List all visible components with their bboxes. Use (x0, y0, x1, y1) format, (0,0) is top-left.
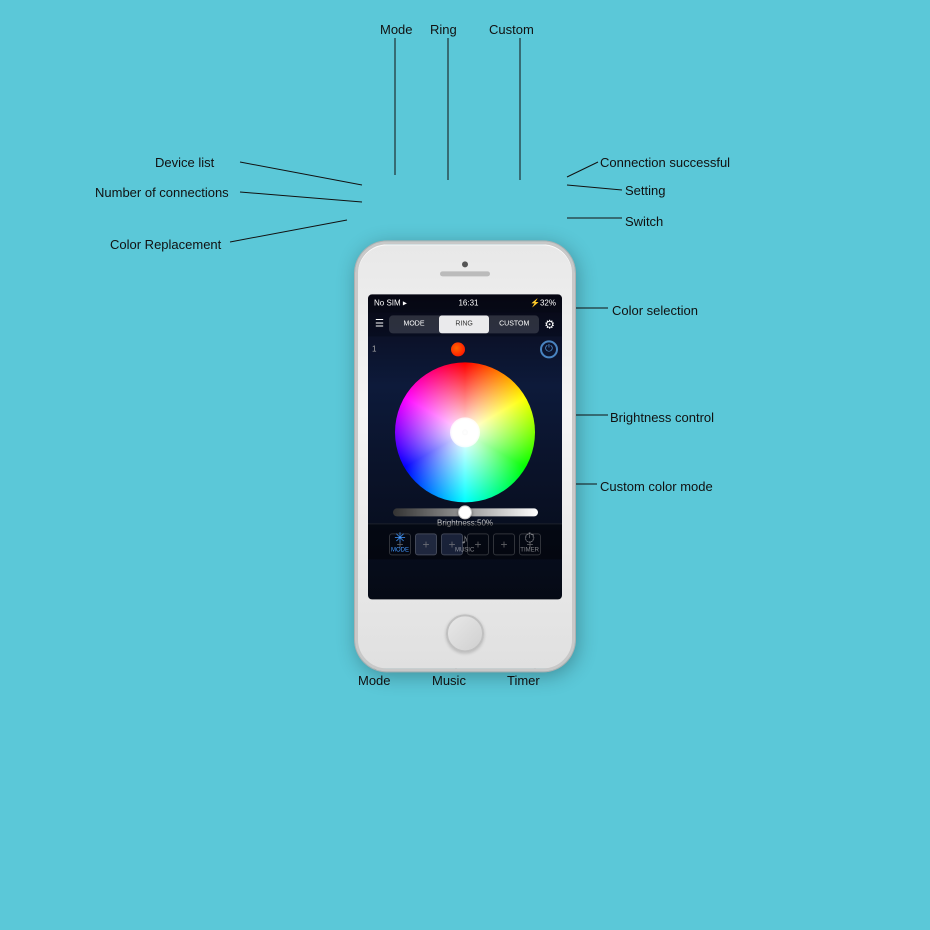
tab-mode[interactable]: MODE (389, 315, 439, 333)
timer-nav-icon: ⏱ (524, 529, 535, 546)
custom-label-annotation: Custom (489, 22, 534, 37)
color-selection-annotation: Color selection (612, 303, 698, 318)
device-list-annotation: Device list (155, 155, 214, 170)
battery: ⚡32% (530, 298, 556, 307)
brightness-thumb[interactable] (458, 505, 472, 519)
phone-device: No SIM ▸ 16:31 ⚡32% ☰ MODE RING CUSTOM ⚙… (355, 241, 575, 671)
brightness-track[interactable] (393, 508, 538, 516)
mode-label-annotation: Mode (380, 22, 413, 37)
custom-color-mode-annotation: Custom color mode (600, 479, 713, 494)
color-replacement-annotation: Color Replacement (110, 237, 221, 252)
color-wheel-container[interactable] (395, 362, 535, 502)
settings-icon[interactable]: ⚙ (541, 317, 558, 331)
mode-bottom-annotation: Mode (358, 673, 391, 688)
app-content: 1 ⏻ Brightness:50% (368, 336, 562, 559)
phone-bottom (358, 599, 572, 668)
music-bottom-annotation: Music (432, 673, 466, 688)
nav-timer[interactable]: ⏱ TIMER (520, 529, 539, 553)
power-switch[interactable]: ⏻ (540, 340, 558, 358)
num-connections-annotation: Number of connections (95, 185, 229, 200)
timer-nav-label: TIMER (520, 547, 539, 553)
phone-speaker (440, 272, 490, 277)
music-nav-label: MUSIC (455, 547, 474, 553)
top-row: 1 ⏻ (372, 340, 558, 358)
mode-nav-icon: ✳ (394, 529, 406, 546)
switch-annotation: Switch (625, 214, 663, 229)
mode-nav-label: MODE (391, 547, 409, 553)
bottom-navigation[interactable]: ✳ MODE ♪ MUSIC ⏱ TIMER (368, 523, 562, 559)
phone-body: No SIM ▸ 16:31 ⚡32% ☰ MODE RING CUSTOM ⚙… (355, 241, 575, 671)
status-bar: No SIM ▸ 16:31 ⚡32% (368, 294, 562, 312)
tab-custom[interactable]: CUSTOM (489, 315, 539, 333)
phone-screen: No SIM ▸ 16:31 ⚡32% ☰ MODE RING CUSTOM ⚙… (368, 294, 562, 599)
nav-mode[interactable]: ✳ MODE (391, 529, 409, 553)
color-wheel[interactable] (395, 362, 535, 502)
setting-annotation: Setting (625, 183, 665, 198)
nav-music[interactable]: ♪ MUSIC (455, 530, 474, 553)
menu-icon[interactable]: ☰ (372, 318, 387, 329)
time: 16:31 (458, 298, 478, 307)
tab-ring[interactable]: RING (439, 315, 489, 333)
home-button[interactable] (446, 615, 484, 653)
music-nav-icon: ♪ (461, 530, 468, 546)
brightness-control-annotation: Brightness control (610, 410, 714, 425)
color-wheel-center-dot (461, 428, 469, 436)
phone-camera (462, 262, 468, 268)
ring-label-annotation: Ring (430, 22, 457, 37)
connection-count: 1 (372, 344, 376, 353)
phone-top (358, 244, 572, 294)
carrier: No SIM ▸ (374, 298, 407, 307)
tab-navigation[interactable]: ☰ MODE RING CUSTOM ⚙ (368, 312, 562, 336)
color-dot[interactable] (451, 342, 465, 356)
timer-bottom-annotation: Timer (507, 673, 540, 688)
color-wheel-inner (450, 417, 480, 447)
tab-group[interactable]: MODE RING CUSTOM (389, 315, 539, 333)
connection-successful-annotation: Connection successful (600, 155, 730, 170)
